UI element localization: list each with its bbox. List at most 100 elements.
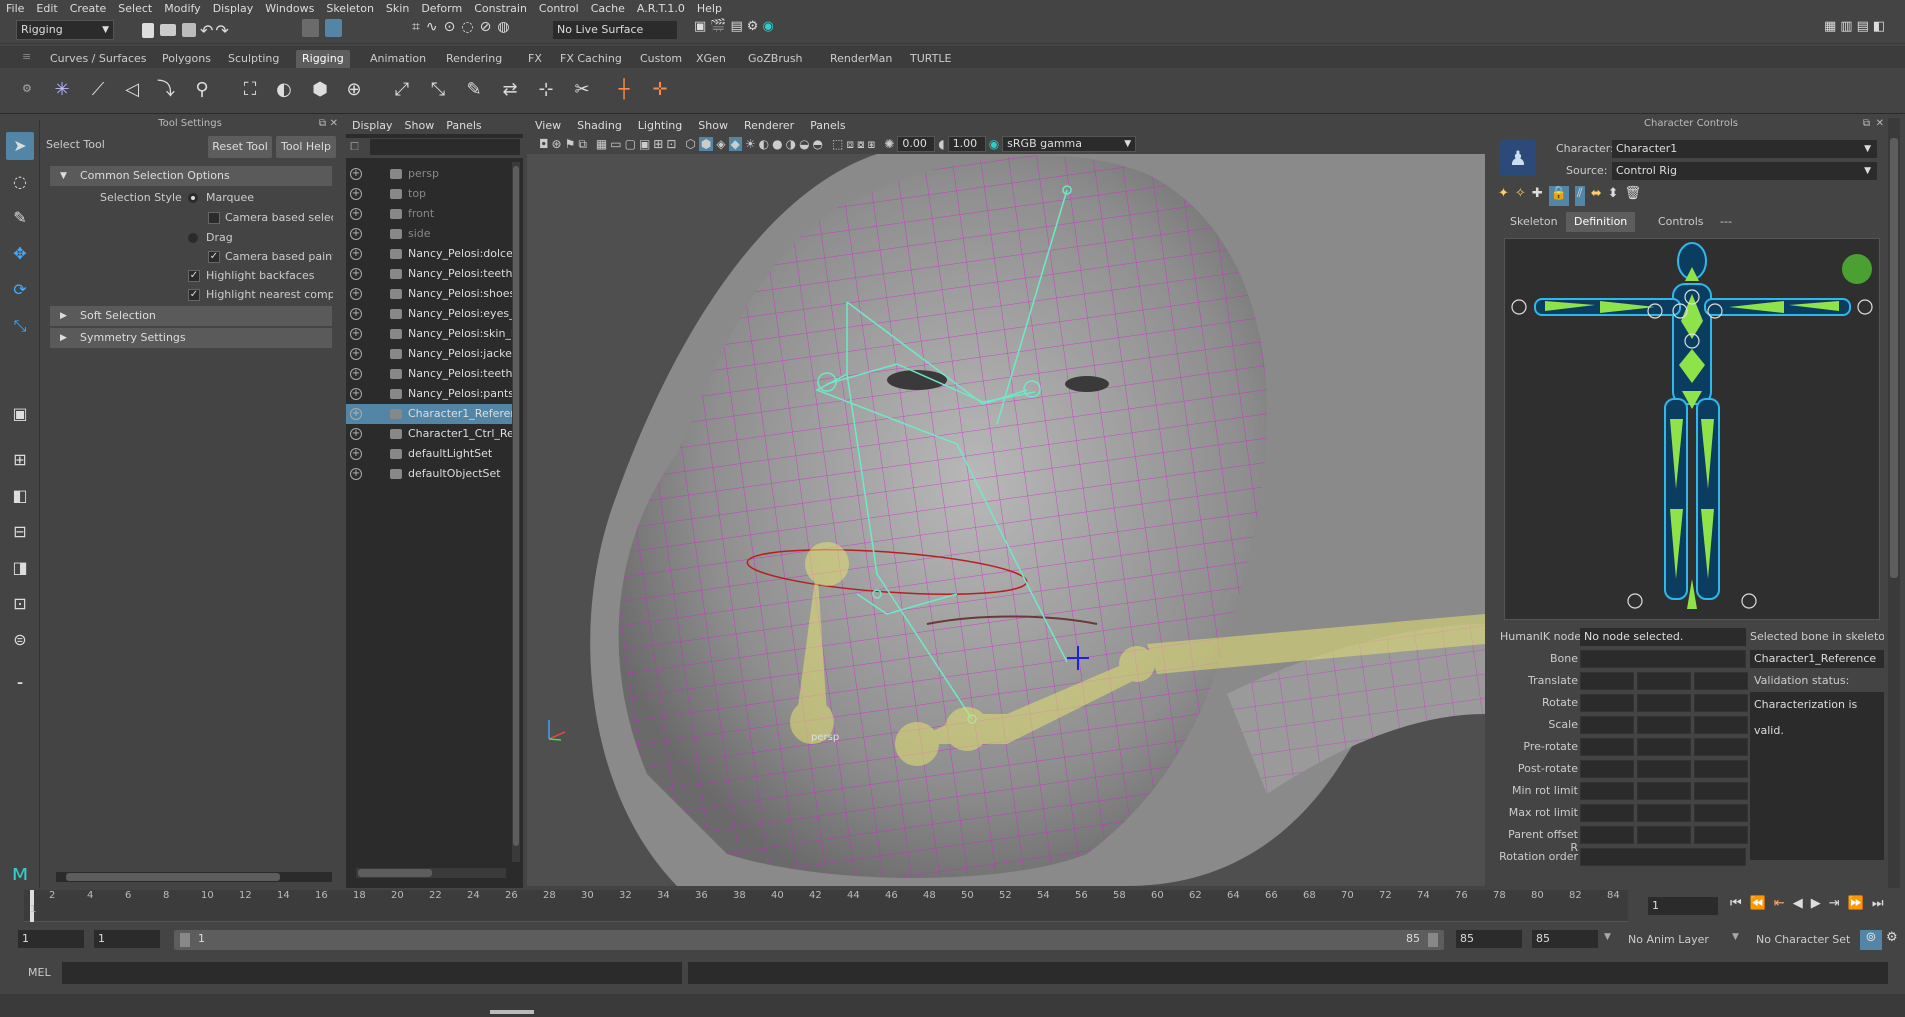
attr-value-field[interactable] [1694, 760, 1748, 778]
current-time-field[interactable]: 1 [1648, 897, 1718, 915]
tab-more[interactable]: --- [1712, 212, 1740, 232]
close-panel-icon[interactable]: ✕ [1876, 118, 1884, 129]
snap-projected-icon[interactable]: ◌ [461, 19, 473, 41]
paint-select-icon[interactable]: ✎ [6, 204, 34, 232]
textured-icon[interactable]: ◆ [728, 137, 742, 151]
attr-value-field[interactable] [1637, 716, 1691, 734]
shelf-tab-fx-caching[interactable]: FX Caching [554, 50, 628, 68]
expand-icon[interactable]: + [350, 268, 362, 280]
orient-constraint-icon[interactable]: ✛ [646, 76, 674, 104]
multisample-icon[interactable]: ◒ [799, 137, 809, 151]
menu-create[interactable]: Create [64, 2, 113, 15]
attr-value-field[interactable] [1637, 782, 1691, 800]
outliner-item[interactable]: + Nancy_Pelosi:pants [346, 384, 514, 404]
toggle-panel-icon[interactable]: ◧ [1873, 19, 1885, 41]
ik-spline-icon[interactable]: ⤵ [152, 76, 180, 104]
outliner-item[interactable]: + Character1_Ctrl_Ref [346, 424, 516, 444]
range-start-handle[interactable] [180, 933, 190, 947]
attr-value-field[interactable] [1694, 738, 1748, 756]
open-scene-icon[interactable] [160, 24, 176, 36]
expand-icon[interactable]: + [350, 228, 362, 240]
tab-skeleton[interactable]: Skeleton [1502, 212, 1566, 232]
snap-curve-icon[interactable]: ∿ [426, 19, 438, 41]
camera-exposure-icon[interactable]: ✺ [884, 137, 894, 151]
channel-layout-icon[interactable]: ⊜ [6, 626, 34, 654]
ambient-occlusion-icon[interactable]: ● [772, 137, 782, 151]
paint-weights-icon[interactable]: ✎ [460, 76, 488, 104]
drag-radio[interactable] [188, 233, 198, 243]
end-time-field[interactable]: 85 [1532, 930, 1598, 948]
marquee-radio[interactable] [188, 193, 198, 203]
expand-icon[interactable]: + [350, 448, 362, 460]
float-panel-icon[interactable]: ⧉ [1863, 118, 1870, 129]
viewport-scene[interactable]: persp [527, 154, 1485, 886]
viewport-menu-panels[interactable]: Panels [802, 118, 853, 134]
attr-value-field[interactable] [1580, 672, 1634, 690]
float-panel-icon[interactable]: ⧉ [319, 118, 326, 129]
chevron-down-icon[interactable]: ▼ [1732, 932, 1739, 942]
menu-set-dropdown[interactable]: Rigging ▼ [16, 20, 114, 40]
select-by-object-icon[interactable] [325, 19, 342, 37]
expand-icon[interactable]: + [350, 368, 362, 380]
sculpt-deformer-icon[interactable]: ◐ [270, 76, 298, 104]
xray-icon[interactable]: ⧈ [846, 137, 854, 152]
parent-constraint-icon[interactable]: ┼ [610, 76, 638, 104]
field-chart-icon[interactable]: ⊞ [653, 137, 663, 151]
viewport-menu-shading[interactable]: Shading [569, 118, 630, 134]
hypershade-icon[interactable]: ◉ [762, 19, 773, 41]
outliner-search-input[interactable] [370, 139, 520, 155]
expand-icon[interactable]: + [350, 248, 362, 260]
attr-value-field[interactable] [1694, 672, 1748, 690]
go-to-start-icon[interactable]: ⏮ [1730, 896, 1742, 916]
range-end-handle[interactable] [1428, 933, 1438, 947]
menu-constrain[interactable]: Constrain [468, 2, 533, 15]
attr-value-field[interactable] [1637, 738, 1691, 756]
shelf-tab-fx[interactable]: FX [522, 50, 548, 68]
insert-joint-icon[interactable]: ⟋ [84, 76, 112, 104]
lattice-icon[interactable]: ⬢ [306, 76, 334, 104]
select-tool-icon[interactable]: ➤ [6, 132, 34, 160]
shelf-tab-animation[interactable]: Animation [364, 50, 432, 68]
shelf-tab-custom[interactable]: Custom [634, 50, 688, 68]
resolution-gate-icon[interactable]: ▢ [625, 137, 636, 151]
character-controls-scrollbar[interactable] [1888, 118, 1900, 890]
skeleton-definition-view[interactable] [1504, 238, 1880, 620]
gamma-icon[interactable]: ◖ [938, 137, 944, 151]
play-forward-icon[interactable]: ▶ [1811, 896, 1821, 916]
render-frame-icon[interactable]: 🎬 [710, 19, 726, 41]
bookmark-icon[interactable]: ⚑ [565, 137, 576, 151]
attr-value-field[interactable] [1580, 716, 1634, 734]
menu-edit[interactable]: Edit [30, 2, 63, 15]
expand-icon[interactable]: + [350, 188, 362, 200]
humanik-icon[interactable]: ⚲ [188, 76, 216, 104]
persp-graph-layout-icon[interactable]: ⊟ [6, 518, 34, 546]
outliner-item[interactable]: + top [346, 184, 514, 204]
live-surface-field[interactable]: No Live Surface [552, 20, 678, 40]
tab-definition[interactable]: Definition [1566, 212, 1636, 232]
attr-value-field[interactable] [1637, 804, 1691, 822]
channel-box-icon[interactable]: ▤ [1857, 19, 1869, 41]
outliner-item[interactable]: + Nancy_Pelosi:eyes_S [346, 304, 516, 324]
outliner-item[interactable]: + Nancy_Pelosi:teeth_ [346, 364, 516, 384]
attr-value-field[interactable] [1694, 716, 1748, 734]
attr-value-field[interactable] [1694, 782, 1748, 800]
outliner-vscrollbar[interactable] [512, 162, 520, 862]
expand-icon[interactable]: + [350, 428, 362, 440]
resize-handle[interactable] [490, 1010, 534, 1014]
exposure-field[interactable]: 0.00 [897, 136, 936, 152]
menu-a-r-t-1-0[interactable]: A.R.T.1.0 [631, 2, 691, 15]
expand-icon[interactable]: + [350, 348, 362, 360]
script-language-label[interactable]: MEL [28, 966, 51, 979]
outliner-menu-panels[interactable]: Panels [440, 118, 487, 134]
attr-value-field[interactable] [1580, 738, 1634, 756]
highlight-nearest-checkbox[interactable]: ✓ [188, 289, 200, 301]
attr-value-field[interactable] [1580, 848, 1746, 866]
attr-value-field[interactable] [1580, 782, 1634, 800]
anim-end-field[interactable]: 85 [1456, 930, 1522, 948]
shelf-tab-renderman[interactable]: RenderMan [824, 50, 898, 68]
motion-blur-icon[interactable]: ◑ [786, 137, 796, 151]
highlight-backfaces-checkbox[interactable]: ✓ [188, 270, 200, 282]
step-back-key-icon[interactable]: ⇤ [1774, 896, 1785, 916]
character-set-label[interactable]: No Character Set [1756, 933, 1850, 946]
attribute-editor-icon[interactable]: ▥ [1840, 19, 1852, 41]
